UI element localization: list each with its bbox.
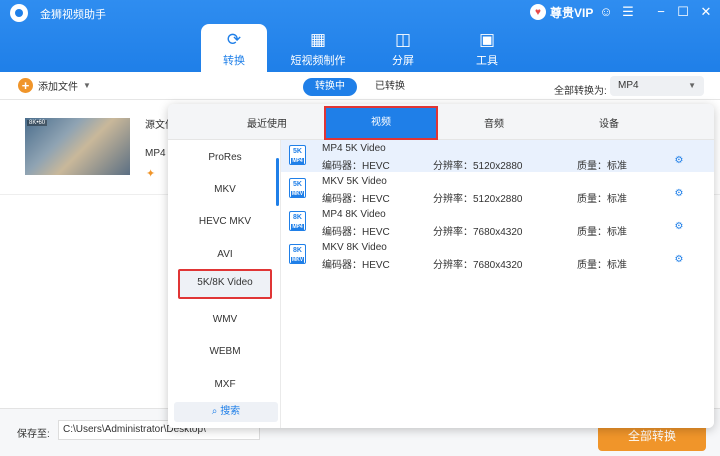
preset-row[interactable]: 5K MP4 MP4 5K Video 编码器：HEVC 分辨率：5120x288… <box>281 140 714 172</box>
format-item-mkv[interactable]: MKV <box>178 176 272 204</box>
tab-split-screen[interactable]: ◫ 分屏 <box>370 24 436 72</box>
toolbox-icon: ▣ <box>478 30 496 49</box>
format-item-wmv[interactable]: WMV <box>178 306 272 334</box>
maximize-icon[interactable]: ☐ <box>674 3 692 21</box>
preset-codec: 编码器：HEVC <box>322 194 390 205</box>
add-file-button[interactable]: + 添加文件 ▼ <box>18 78 91 93</box>
vip-label: 尊贵VIP <box>550 5 594 20</box>
close-icon[interactable]: ✕ <box>697 3 715 21</box>
search-icon: ⌕ <box>211 406 221 417</box>
preset-codec: 编码器：HEVC <box>322 161 390 172</box>
8k-badge-icon: 8K MKV <box>289 244 306 264</box>
title-bar: 金狮视频助手 ♥ 尊贵VIP ☺ ☰ − ☐ ✕ ⟳ 转换 ▦ 短视频制作 ◫ … <box>0 0 720 72</box>
app-logo-icon <box>10 4 28 22</box>
5k-badge-icon: 5K MP4 <box>289 145 306 165</box>
tab-recent[interactable]: 最近使用 <box>217 115 317 130</box>
preset-name: MP4 5K Video <box>322 143 386 154</box>
8k-badge-icon: 8K MP4 <box>289 211 306 231</box>
search-button[interactable]: ⌕ 搜索 <box>174 402 278 422</box>
tab-short-video[interactable]: ▦ 短视频制作 <box>285 24 351 72</box>
split-screen-icon: ◫ <box>394 30 412 49</box>
format-list: ProRes MKV HEVC MKV AVI 5K/8K Video WMV … <box>168 140 280 428</box>
minimize-icon[interactable]: − <box>652 3 670 21</box>
convert-icon: ⟳ <box>226 30 242 49</box>
preset-quality: 质量：标准 <box>577 227 627 238</box>
preset-name: MKV 5K Video <box>322 176 387 187</box>
tab-converting[interactable]: 转换中 <box>303 78 357 96</box>
preset-row[interactable]: 8K MP4 MP4 8K Video 编码器：HEVC 分辨率：7680x432… <box>281 206 714 238</box>
gear-icon[interactable]: ⚙ <box>673 221 685 233</box>
preset-resolution: 分辨率：7680x4320 <box>433 260 523 271</box>
tab-split-screen-label: 分屏 <box>392 55 414 67</box>
add-file-label: 添加文件 <box>38 82 78 93</box>
magic-wand-icon[interactable]: ✦ <box>146 167 155 180</box>
preset-codec: 编码器：HEVC <box>322 227 390 238</box>
chevron-down-icon: ▼ <box>688 81 696 90</box>
vip-crown-icon: ♥ <box>530 4 546 20</box>
source-format: MP4 <box>145 148 166 159</box>
preset-quality: 质量：标准 <box>577 260 627 271</box>
tab-tools-label: 工具 <box>476 55 498 67</box>
format-item-hevc-mkv[interactable]: HEVC MKV <box>178 208 272 236</box>
convert-all-label: 全部转换为: <box>554 86 607 97</box>
format-item-5k-8k-video[interactable]: 5K/8K Video <box>178 269 272 299</box>
preset-codec: 编码器：HEVC <box>322 260 390 271</box>
tab-converted[interactable]: 已转换 <box>365 78 415 96</box>
preset-list: 5K MP4 MP4 5K Video 编码器：HEVC 分辨率：5120x288… <box>280 140 714 428</box>
toolbar: + 添加文件 ▼ 转换中 已转换 全部转换为: MP4 ▼ <box>0 72 720 100</box>
status-switch: 转换中 已转换 <box>303 78 415 96</box>
video-thumbnail[interactable]: 8K•60 <box>25 118 130 175</box>
preset-name: MP4 8K Video <box>322 209 386 220</box>
user-icon[interactable]: ☺ <box>597 3 615 21</box>
format-item-prores[interactable]: ProRes <box>178 144 272 172</box>
tab-short-video-label: 短视频制作 <box>290 55 346 67</box>
preset-quality: 质量：标准 <box>577 194 627 205</box>
preset-resolution: 分辨率：5120x2880 <box>433 161 523 172</box>
gear-icon[interactable]: ⚙ <box>673 155 685 167</box>
format-popup: 最近使用 视频 音频 设备 ProRes MKV HEVC MKV AVI 5K… <box>168 104 714 428</box>
convert-all-format-select[interactable]: MP4 ▼ <box>610 76 704 96</box>
tab-tools[interactable]: ▣ 工具 <box>454 24 520 72</box>
chevron-down-icon: ▼ <box>83 81 91 90</box>
preset-resolution: 分辨率：5120x2880 <box>433 194 523 205</box>
preset-resolution: 分辨率：7680x4320 <box>433 227 523 238</box>
preset-row[interactable]: 8K MKV MKV 8K Video 编码器：HEVC 分辨率：7680x432… <box>281 239 714 271</box>
category-tabs: 最近使用 视频 音频 设备 <box>168 104 714 140</box>
preset-name: MKV 8K Video <box>322 242 387 253</box>
format-item-webm[interactable]: WEBM <box>178 338 272 366</box>
5k-badge-icon: 5K MKV <box>289 178 306 198</box>
thumbnail-tag: 8K•60 <box>27 120 48 126</box>
menu-icon[interactable]: ☰ <box>619 3 637 21</box>
format-item-mxf[interactable]: MXF <box>178 371 272 399</box>
tab-video[interactable]: 视频 <box>324 106 438 140</box>
tab-convert-label: 转换 <box>223 55 245 67</box>
plus-icon: + <box>18 78 33 93</box>
scrollbar-thumb[interactable] <box>276 158 279 206</box>
video-make-icon: ▦ <box>309 30 327 49</box>
preset-row[interactable]: 5K MKV MKV 5K Video 编码器：HEVC 分辨率：5120x288… <box>281 173 714 205</box>
tab-device[interactable]: 设备 <box>559 115 659 130</box>
save-to-label: 保存至: <box>17 429 50 440</box>
gear-icon[interactable]: ⚙ <box>673 254 685 266</box>
vip-badge[interactable]: ♥ 尊贵VIP <box>530 4 593 20</box>
tab-convert[interactable]: ⟳ 转换 <box>201 24 267 72</box>
convert-all-format-value: MP4 <box>618 80 639 91</box>
format-item-avi[interactable]: AVI <box>178 241 272 269</box>
preset-quality: 质量：标准 <box>577 161 627 172</box>
tab-audio[interactable]: 音频 <box>444 115 544 130</box>
app-title: 金狮视频助手 <box>40 9 106 21</box>
gear-icon[interactable]: ⚙ <box>673 188 685 200</box>
search-label: 搜索 <box>220 406 241 417</box>
